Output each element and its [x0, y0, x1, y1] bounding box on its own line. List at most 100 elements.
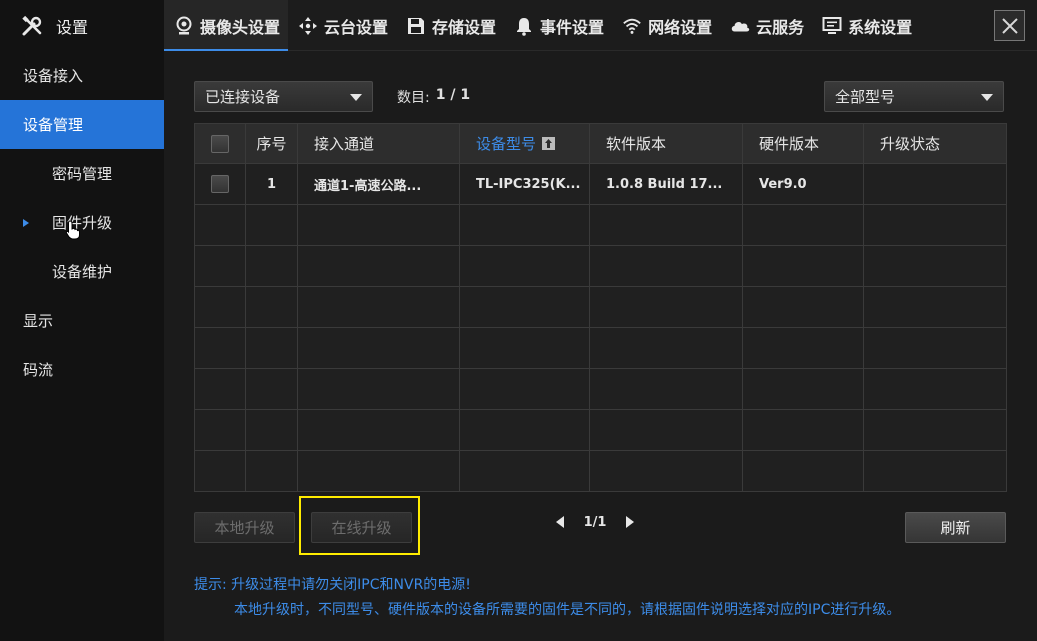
empty-cell [297, 368, 460, 410]
sidebar-item-device-access[interactable]: 设备接入 [0, 51, 164, 100]
column-header-software-version[interactable]: 软件版本 [589, 123, 743, 164]
empty-cell [245, 368, 298, 410]
empty-cell [297, 450, 460, 492]
local-upgrade-label: 本地升级 [214, 519, 275, 537]
column-header-hardware-version[interactable]: 硬件版本 [742, 123, 864, 164]
empty-cell [589, 286, 743, 328]
prev-page-button[interactable] [550, 512, 570, 532]
empty-cell [742, 286, 864, 328]
empty-cell [194, 327, 246, 369]
sort-ascending-icon[interactable] [542, 137, 556, 150]
app-title: 设置 [56, 17, 89, 37]
device-filter-select[interactable]: 已连接设备 [194, 81, 373, 112]
tab-system-settings[interactable]: 系统设置 [812, 0, 920, 51]
tab-camera-settings[interactable]: 摄像头设置 [164, 0, 289, 52]
monitor-icon [822, 16, 842, 36]
empty-cell [459, 286, 590, 328]
cloud-icon [730, 16, 750, 36]
empty-cell [194, 409, 246, 451]
local-upgrade-button[interactable]: 本地升级 [194, 512, 295, 543]
table-row-empty [194, 409, 1007, 451]
empty-cell [589, 327, 743, 369]
empty-cell [459, 450, 590, 492]
empty-cell [589, 409, 743, 451]
device-count-value: 1 / 1 [435, 87, 471, 103]
wifi-icon [622, 16, 642, 36]
empty-cell [194, 286, 246, 328]
empty-cell [194, 245, 246, 287]
column-header-index[interactable]: 序号 [245, 123, 298, 164]
empty-cell [589, 368, 743, 410]
tab-network-settings[interactable]: 网络设置 [612, 0, 720, 51]
empty-cell [297, 327, 460, 369]
empty-cell [742, 368, 864, 410]
sidebar-item-firmware-upgrade[interactable]: 固件升级 [0, 198, 164, 247]
empty-cell [297, 204, 460, 246]
sidebar-item-display[interactable]: 显示 [0, 296, 164, 345]
empty-cell [194, 450, 246, 492]
close-button[interactable] [994, 10, 1025, 41]
chevron-down-icon [981, 94, 993, 101]
table-row-empty [194, 327, 1007, 369]
empty-cell [589, 450, 743, 492]
camera-icon [174, 16, 194, 36]
sidebar-item-label: 设备接入 [23, 67, 84, 85]
sidebar-item-label: 显示 [23, 312, 54, 330]
empty-cell [742, 204, 864, 246]
cell-model: TL-IPC325(K... [459, 163, 590, 205]
empty-cell [297, 409, 460, 451]
tab-label: 网络设置 [648, 17, 713, 37]
chevron-down-icon [350, 94, 362, 101]
tab-cloud-service[interactable]: 云服务 [720, 0, 812, 51]
table-row-empty [194, 450, 1007, 492]
refresh-button[interactable]: 刷新 [905, 512, 1006, 543]
model-filter-select[interactable]: 全部型号 [824, 81, 1004, 112]
empty-cell [245, 409, 298, 451]
select-all-checkbox[interactable] [211, 134, 229, 153]
sidebar-item-device-management[interactable]: 设备管理 [0, 100, 164, 149]
main-tabs: 摄像头设置 云台设置 存储设置 事件设置 网络设置 云服务 系统设置 [164, 0, 920, 52]
column-header-upgrade-status[interactable]: 升级状态 [863, 123, 1007, 164]
ptz-arrows-icon [298, 16, 318, 36]
refresh-label: 刷新 [940, 519, 971, 537]
device-count: 数目: 1 / 1 [397, 87, 470, 107]
next-page-button[interactable] [620, 512, 640, 532]
current-item-arrow-icon [23, 219, 29, 227]
empty-cell [742, 327, 864, 369]
empty-cell [589, 245, 743, 287]
empty-cell [459, 245, 590, 287]
empty-cell [863, 286, 1007, 328]
cell-channel: 通道1-高速公路... [297, 163, 460, 205]
tab-ptz-settings[interactable]: 云台设置 [288, 0, 396, 51]
sidebar-item-label: 码流 [23, 361, 54, 379]
triangle-left-icon [556, 516, 564, 528]
page-indicator: 1/1 [583, 514, 607, 530]
sidebar-item-password-management[interactable]: 密码管理 [0, 149, 164, 198]
device-filter-value: 已连接设备 [205, 88, 281, 106]
empty-cell [863, 409, 1007, 451]
table-row[interactable]: 1 通道1-高速公路... TL-IPC325(K... 1.0.8 Build… [194, 163, 1007, 205]
cell-software-version: 1.0.8 Build 17... [589, 163, 743, 205]
cell-upgrade-status [863, 163, 1007, 205]
sidebar-item-stream[interactable]: 码流 [0, 345, 164, 394]
main-panel: 已连接设备 数目: 1 / 1 全部型号 序号 接入通道 设备型号 软件版本 硬… [164, 51, 1037, 641]
column-header-model[interactable]: 设备型号 [459, 123, 590, 164]
empty-cell [863, 450, 1007, 492]
cell-hardware-version: Ver9.0 [742, 163, 864, 205]
app-brand: 设置 [0, 0, 164, 51]
tab-label: 系统设置 [848, 17, 913, 37]
empty-cell [194, 368, 246, 410]
column-header-channel[interactable]: 接入通道 [297, 123, 460, 164]
empty-cell [742, 245, 864, 287]
sidebar-item-device-maintenance[interactable]: 设备维护 [0, 247, 164, 296]
tab-event-settings[interactable]: 事件设置 [504, 0, 612, 51]
online-upgrade-button[interactable]: 在线升级 [311, 512, 412, 543]
tab-storage-settings[interactable]: 存储设置 [396, 0, 504, 51]
cell-index: 1 [245, 163, 298, 205]
empty-cell [742, 450, 864, 492]
empty-cell [245, 286, 298, 328]
row-checkbox[interactable] [211, 175, 229, 193]
row-check-cell [194, 163, 246, 205]
firmware-device-table: 序号 接入通道 设备型号 软件版本 硬件版本 升级状态 1 通道1-高速公路..… [194, 123, 1007, 492]
empty-cell [863, 245, 1007, 287]
